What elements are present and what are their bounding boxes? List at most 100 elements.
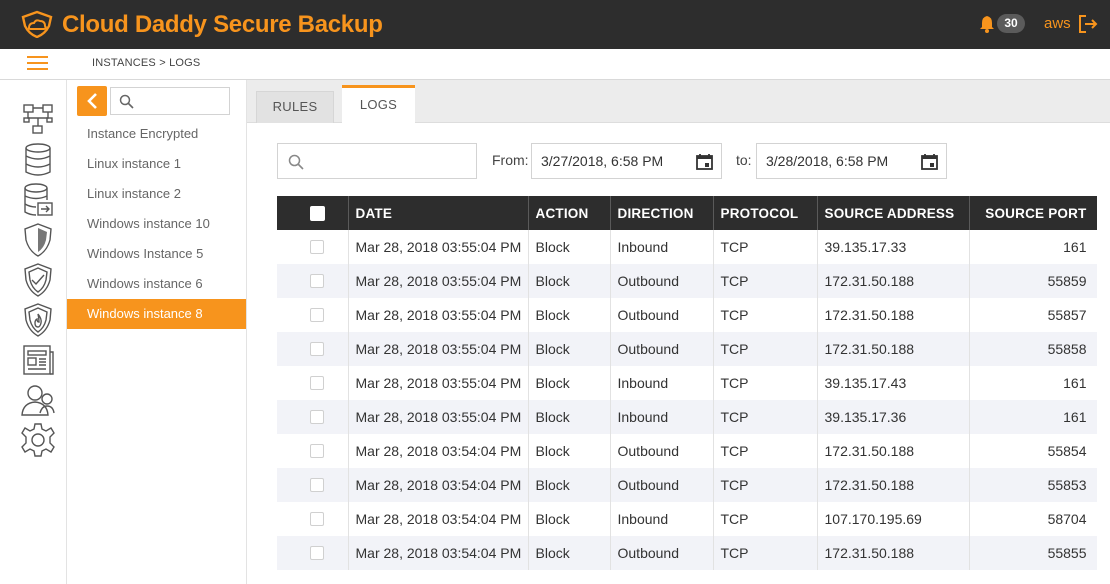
direction-cell: Outbound bbox=[610, 332, 714, 366]
from-date-value: 3/27/2018, 6:58 PM bbox=[541, 153, 664, 169]
tab-rules[interactable]: RULES bbox=[256, 91, 334, 123]
row-checkbox[interactable] bbox=[310, 274, 324, 288]
database-export-icon[interactable] bbox=[20, 182, 56, 218]
protocol-cell: TCP bbox=[713, 298, 818, 332]
breadcrumb-bar: INSTANCES > LOGS bbox=[0, 49, 1110, 80]
gear-icon[interactable] bbox=[20, 422, 56, 458]
date-cell: Mar 28, 2018 03:55:04 PM bbox=[348, 400, 529, 434]
column-header-source-address[interactable]: SOURCE ADDRESS bbox=[817, 196, 970, 230]
row-select-cell bbox=[277, 434, 349, 468]
menu-toggle-icon[interactable] bbox=[27, 56, 48, 72]
select-all-checkbox[interactable] bbox=[310, 205, 325, 221]
tab-logs[interactable]: LOGS bbox=[342, 85, 415, 124]
shield-icon[interactable] bbox=[20, 222, 56, 258]
source-address-cell: 172.31.50.188 bbox=[817, 434, 970, 468]
collapse-panel-button[interactable] bbox=[77, 86, 107, 116]
instance-item[interactable]: Windows instance 10 bbox=[67, 209, 246, 239]
column-header-date[interactable]: DATE bbox=[348, 196, 529, 230]
date-cell: Mar 28, 2018 03:55:04 PM bbox=[348, 264, 529, 298]
row-select-cell bbox=[277, 298, 349, 332]
date-cell: Mar 28, 2018 03:54:04 PM bbox=[348, 502, 529, 536]
source-address-cell: 172.31.50.188 bbox=[817, 332, 970, 366]
source-port-cell: 55854 bbox=[969, 434, 1097, 468]
select-all-cell bbox=[277, 196, 349, 230]
instance-item[interactable]: Linux instance 2 bbox=[67, 179, 246, 209]
source-address-cell: 39.135.17.43 bbox=[817, 366, 970, 400]
calendar-icon[interactable] bbox=[921, 153, 938, 170]
instance-search-input[interactable] bbox=[139, 91, 227, 111]
row-checkbox[interactable] bbox=[310, 410, 324, 424]
instance-list: Instance Encrypted Linux instance 1 Linu… bbox=[67, 119, 246, 329]
protocol-cell: TCP bbox=[713, 230, 818, 264]
date-cell: Mar 28, 2018 03:54:04 PM bbox=[348, 536, 529, 570]
row-select-cell bbox=[277, 332, 349, 366]
table-row[interactable]: Mar 28, 2018 03:54:04 PM Block Outbound TCP… bbox=[277, 468, 1097, 502]
logs-table-container: DATE ACTION DIRECTION PROTOCOL SOURCE AD… bbox=[277, 196, 1097, 584]
instance-item[interactable]: Instance Encrypted bbox=[67, 119, 246, 149]
direction-cell: Inbound bbox=[610, 502, 714, 536]
source-address-cell: 39.135.17.33 bbox=[817, 230, 970, 264]
action-cell: Block bbox=[528, 366, 611, 400]
column-header-action[interactable]: ACTION bbox=[528, 196, 611, 230]
instance-item[interactable]: Linux instance 1 bbox=[67, 149, 246, 179]
row-checkbox[interactable] bbox=[310, 478, 324, 492]
row-checkbox[interactable] bbox=[310, 512, 324, 526]
row-checkbox[interactable] bbox=[310, 308, 324, 322]
newspaper-icon[interactable] bbox=[20, 342, 56, 378]
column-header-direction[interactable]: DIRECTION bbox=[610, 196, 714, 230]
table-row[interactable]: Mar 28, 2018 03:55:04 PM Block Inbound TCP 3… bbox=[277, 366, 1097, 400]
logout-icon[interactable] bbox=[1078, 14, 1098, 34]
shield-fire-icon[interactable] bbox=[20, 302, 56, 338]
row-select-cell bbox=[277, 366, 349, 400]
account-name[interactable]: aws bbox=[1044, 15, 1071, 32]
from-label: From: bbox=[492, 152, 529, 168]
direction-cell: Outbound bbox=[610, 468, 714, 502]
instance-item-selected[interactable]: Windows instance 8 bbox=[67, 299, 246, 329]
calendar-icon[interactable] bbox=[696, 153, 713, 170]
to-date-value: 3/28/2018, 6:58 PM bbox=[766, 153, 889, 169]
row-checkbox[interactable] bbox=[310, 546, 324, 560]
row-select-cell bbox=[277, 230, 349, 264]
protocol-cell: TCP bbox=[713, 434, 818, 468]
network-icon[interactable] bbox=[20, 102, 56, 138]
table-row[interactable]: Mar 28, 2018 03:55:04 PM Block Outbound TCP… bbox=[277, 332, 1097, 366]
notification-bell-icon[interactable] bbox=[979, 15, 995, 33]
row-checkbox[interactable] bbox=[310, 342, 324, 356]
app-header: Cloud Daddy Secure Backup 30 aws bbox=[0, 0, 1110, 49]
source-address-cell: 107.170.195.69 bbox=[817, 502, 970, 536]
source-address-cell: 172.31.50.188 bbox=[817, 468, 970, 502]
instance-search[interactable] bbox=[110, 87, 230, 115]
protocol-cell: TCP bbox=[713, 264, 818, 298]
app-title: Cloud Daddy Secure Backup bbox=[62, 11, 383, 38]
log-search-input[interactable] bbox=[312, 152, 470, 172]
instance-item[interactable]: Windows Instance 5 bbox=[67, 239, 246, 269]
protocol-cell: TCP bbox=[713, 502, 818, 536]
row-checkbox[interactable] bbox=[310, 240, 324, 254]
table-row[interactable]: Mar 28, 2018 03:55:04 PM Block Inbound TCP 3… bbox=[277, 230, 1097, 264]
row-checkbox[interactable] bbox=[310, 444, 324, 458]
table-row[interactable]: Mar 28, 2018 03:55:04 PM Block Inbound TCP 3… bbox=[277, 400, 1097, 434]
database-icon[interactable] bbox=[20, 142, 56, 178]
table-row[interactable]: Mar 28, 2018 03:54:04 PM Block Outbound TCP… bbox=[277, 434, 1097, 468]
shield-check-icon[interactable] bbox=[20, 262, 56, 298]
table-row[interactable]: Mar 28, 2018 03:55:04 PM Block Outbound TCP… bbox=[277, 264, 1097, 298]
row-checkbox[interactable] bbox=[310, 376, 324, 390]
action-cell: Block bbox=[528, 264, 611, 298]
from-date-field[interactable]: 3/27/2018, 6:58 PM bbox=[531, 143, 722, 179]
table-row[interactable]: Mar 28, 2018 03:54:04 PM Block Outbound TCP… bbox=[277, 536, 1097, 570]
user-support-icon[interactable] bbox=[20, 382, 56, 418]
to-label: to: bbox=[736, 152, 752, 168]
to-date-field[interactable]: 3/28/2018, 6:58 PM bbox=[756, 143, 947, 179]
column-header-source-port[interactable]: SOURCE PORT bbox=[969, 196, 1097, 230]
log-search[interactable] bbox=[277, 143, 477, 179]
table-row[interactable]: Mar 28, 2018 03:55:04 PM Block Outbound TCP… bbox=[277, 298, 1097, 332]
column-header-protocol[interactable]: PROTOCOL bbox=[713, 196, 818, 230]
source-address-cell: 172.31.50.188 bbox=[817, 298, 970, 332]
notification-count-badge[interactable]: 30 bbox=[997, 14, 1025, 33]
date-cell: Mar 28, 2018 03:55:04 PM bbox=[348, 366, 529, 400]
instance-item[interactable]: Windows instance 6 bbox=[67, 269, 246, 299]
protocol-cell: TCP bbox=[713, 400, 818, 434]
date-cell: Mar 28, 2018 03:55:04 PM bbox=[348, 230, 529, 264]
logs-table: DATE ACTION DIRECTION PROTOCOL SOURCE AD… bbox=[277, 196, 1097, 570]
table-row[interactable]: Mar 28, 2018 03:54:04 PM Block Inbound TCP 1… bbox=[277, 502, 1097, 536]
